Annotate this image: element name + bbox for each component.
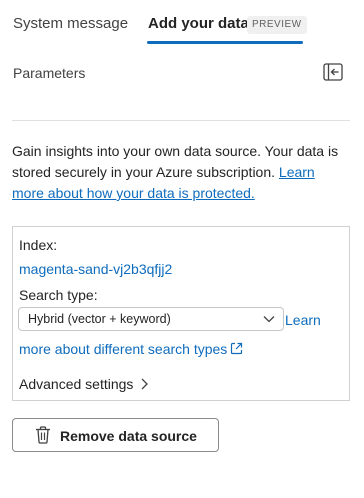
search-types-link-start[interactable]: Learn	[285, 310, 321, 330]
advanced-settings-label: Advanced settings	[19, 376, 134, 392]
remove-data-source-label: Remove data source	[60, 428, 197, 444]
external-link-icon	[231, 342, 243, 355]
tab-add-your-data[interactable]: Add your data	[148, 14, 249, 34]
search-type-label: Search type:	[19, 287, 98, 303]
remove-data-source-button[interactable]: Remove data source	[12, 418, 219, 452]
search-type-select[interactable]: Hybrid (vector + keyword)	[18, 307, 284, 331]
advanced-settings-toggle[interactable]: Advanced settings	[19, 374, 149, 394]
parameters-header: Parameters	[13, 63, 345, 83]
section-divider	[12, 120, 350, 121]
parameters-label: Parameters	[13, 65, 86, 81]
chevron-down-icon	[263, 316, 275, 323]
chevron-right-icon	[141, 378, 149, 390]
tab-bar: System message Add your data PREVIEW	[0, 0, 364, 48]
index-value-link[interactable]: magenta-sand-vj2b3qfjj2	[19, 259, 172, 279]
intro-paragraph: Gain insights into your own data source.…	[12, 141, 350, 204]
active-tab-indicator	[147, 41, 303, 44]
preview-badge: PREVIEW	[247, 16, 307, 34]
search-types-link-text: more about different search types	[19, 341, 228, 357]
trash-icon	[36, 426, 50, 444]
tab-system-message[interactable]: System message	[13, 14, 128, 34]
search-type-value: Hybrid (vector + keyword)	[28, 312, 171, 326]
search-types-link[interactable]: more about different search types	[19, 339, 243, 359]
data-source-card: Index: magenta-sand-vj2b3qfjj2 Search ty…	[12, 226, 350, 401]
panel-collapse-icon[interactable]	[323, 63, 343, 81]
index-label: Index:	[19, 237, 58, 253]
